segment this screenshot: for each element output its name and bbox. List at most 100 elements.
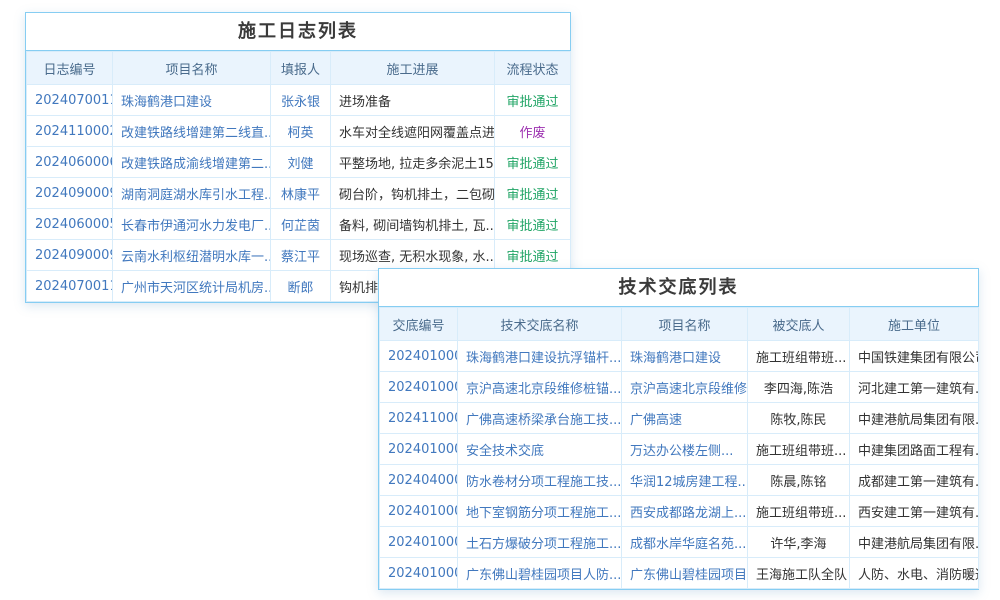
cell-project[interactable]: 华润12城房建工程...: [622, 465, 748, 496]
cell-name[interactable]: 广东佛山碧桂园项目人防...: [458, 558, 622, 589]
cell-progress: 进场准备: [331, 85, 495, 116]
cell-id[interactable]: 2024090009: [27, 178, 113, 209]
cell-recipient: 施工班组带班...: [748, 496, 850, 527]
cell-unit: 中国铁建集团有限公司: [850, 341, 979, 372]
cell-id[interactable]: 2024090009: [27, 240, 113, 271]
cell-id[interactable]: 2024110002: [27, 116, 113, 147]
cell-project[interactable]: 西安成都路龙湖上...: [622, 496, 748, 527]
cell-unit: 中建集团路面工程有...: [850, 434, 979, 465]
table-row[interactable]: 2024010002地下室钢筋分项工程施工...西安成都路龙湖上...施工班组带…: [380, 496, 979, 527]
cell-project[interactable]: 湖南洞庭湖水库引水工程...: [113, 178, 271, 209]
cell-reporter[interactable]: 张永银: [271, 85, 331, 116]
cell-name[interactable]: 京沪高速北京段维修桩锚...: [458, 372, 622, 403]
table-row[interactable]: 2024040001防水卷材分项工程施工技...华润12城房建工程...陈晨,陈…: [380, 465, 979, 496]
cell-unit: 西安建工第一建筑有...: [850, 496, 979, 527]
cell-reporter[interactable]: 断郎: [271, 271, 331, 302]
cell-project[interactable]: 珠海鹤港口建设: [622, 341, 748, 372]
column-header-unit: 施工单位: [850, 308, 979, 341]
cell-recipient: 施工班组带班...: [748, 341, 850, 372]
cell-project[interactable]: 改建铁路成渝线增建第二...: [113, 147, 271, 178]
cell-name[interactable]: 广佛高速桥梁承台施工技...: [458, 403, 622, 434]
cell-id[interactable]: 2024010003: [380, 434, 458, 465]
table-row[interactable]: 2024090009云南水利枢纽潜明水库一...蔡江平现场巡查, 无积水现象, …: [27, 240, 571, 271]
cell-reporter[interactable]: 刘健: [271, 147, 331, 178]
cell-progress: 水车对全线遮阳网覆盖点进...: [331, 116, 495, 147]
cell-id[interactable]: 2024110001: [380, 403, 458, 434]
column-header-name: 技术交底名称: [458, 308, 622, 341]
table-row[interactable]: 2024010004京沪高速北京段维修桩锚...京沪高速北京段维修李四海,陈浩河…: [380, 372, 979, 403]
cell-unit: 中建港航局集团有限...: [850, 403, 979, 434]
cell-project[interactable]: 京沪高速北京段维修: [622, 372, 748, 403]
cell-id[interactable]: 2024070011: [27, 271, 113, 302]
cell-unit: 人防、水电、消防暖通...: [850, 558, 979, 589]
cell-id[interactable]: 2024010003: [380, 341, 458, 372]
column-header-project: 项目名称: [622, 308, 748, 341]
cell-id[interactable]: 2024010002: [380, 527, 458, 558]
table-row[interactable]: 2024070011珠海鹤港口建设张永银进场准备审批通过: [27, 85, 571, 116]
cell-id[interactable]: 2024060006: [27, 147, 113, 178]
column-header-progress: 施工进展: [331, 52, 495, 85]
construction-log-header-row: 日志编号项目名称填报人施工进展流程状态: [27, 52, 571, 85]
cell-name[interactable]: 珠海鹤港口建设抗浮锚杆...: [458, 341, 622, 372]
cell-progress: 平整场地, 拉走多余泥土15...: [331, 147, 495, 178]
cell-id[interactable]: 2024010002: [380, 496, 458, 527]
cell-name[interactable]: 安全技术交底: [458, 434, 622, 465]
cell-project[interactable]: 云南水利枢纽潜明水库一...: [113, 240, 271, 271]
table-row[interactable]: 2024010003安全技术交底万达办公楼左侧...施工班组带班...中建集团路…: [380, 434, 979, 465]
cell-project[interactable]: 珠海鹤港口建设: [113, 85, 271, 116]
table-row[interactable]: 2024060006改建铁路成渝线增建第二...刘健平整场地, 拉走多余泥土15…: [27, 147, 571, 178]
cell-id[interactable]: 2024010001: [380, 558, 458, 589]
table-row[interactable]: 2024090009湖南洞庭湖水库引水工程...林康平砌台阶，钩机排土，二包砌.…: [27, 178, 571, 209]
cell-recipient: 李四海,陈浩: [748, 372, 850, 403]
tech-disclosure-title: 技术交底列表: [379, 269, 978, 307]
cell-name[interactable]: 地下室钢筋分项工程施工...: [458, 496, 622, 527]
tech-disclosure-body: 2024010003珠海鹤港口建设抗浮锚杆...珠海鹤港口建设施工班组带班...…: [380, 341, 979, 589]
cell-reporter[interactable]: 林康平: [271, 178, 331, 209]
cell-id[interactable]: 2024010004: [380, 372, 458, 403]
column-header-id: 日志编号: [27, 52, 113, 85]
cell-status: 审批通过: [495, 209, 571, 240]
cell-id[interactable]: 2024070011: [27, 85, 113, 116]
cell-reporter[interactable]: 何芷茵: [271, 209, 331, 240]
cell-recipient: 王海施工队全队: [748, 558, 850, 589]
cell-status: 审批通过: [495, 178, 571, 209]
cell-reporter[interactable]: 柯英: [271, 116, 331, 147]
column-header-recipient: 被交底人: [748, 308, 850, 341]
cell-status: 审批通过: [495, 85, 571, 116]
cell-project[interactable]: 广东佛山碧桂园项目: [622, 558, 748, 589]
cell-project[interactable]: 成都水岸华庭名苑...: [622, 527, 748, 558]
column-header-status: 流程状态: [495, 52, 571, 85]
cell-progress: 砌台阶，钩机排土，二包砌...: [331, 178, 495, 209]
cell-project[interactable]: 长春市伊通河水力发电厂...: [113, 209, 271, 240]
cell-project[interactable]: 改建铁路线增建第二线直...: [113, 116, 271, 147]
cell-unit: 河北建工第一建筑有...: [850, 372, 979, 403]
cell-progress: 现场巡查, 无积水现象, 水...: [331, 240, 495, 271]
table-row[interactable]: 2024010001广东佛山碧桂园项目人防...广东佛山碧桂园项目王海施工队全队…: [380, 558, 979, 589]
tech-disclosure-panel: 技术交底列表 交底编号技术交底名称项目名称被交底人施工单位 2024010003…: [378, 268, 979, 590]
table-row[interactable]: 2024010003珠海鹤港口建设抗浮锚杆...珠海鹤港口建设施工班组带班...…: [380, 341, 979, 372]
cell-status: 审批通过: [495, 147, 571, 178]
cell-id[interactable]: 2024060005: [27, 209, 113, 240]
cell-recipient: 许华,李海: [748, 527, 850, 558]
column-header-id: 交底编号: [380, 308, 458, 341]
cell-project[interactable]: 广佛高速: [622, 403, 748, 434]
cell-recipient: 陈晨,陈铭: [748, 465, 850, 496]
construction-log-panel: 施工日志列表 日志编号项目名称填报人施工进展流程状态 2024070011珠海鹤…: [25, 12, 571, 303]
table-row[interactable]: 2024110002改建铁路线增建第二线直...柯英水车对全线遮阳网覆盖点进..…: [27, 116, 571, 147]
cell-reporter[interactable]: 蔡江平: [271, 240, 331, 271]
cell-project[interactable]: 万达办公楼左侧...: [622, 434, 748, 465]
cell-name[interactable]: 防水卷材分项工程施工技...: [458, 465, 622, 496]
cell-unit: 成都建工第一建筑有...: [850, 465, 979, 496]
cell-progress: 备料, 砌间墙钩机排土, 瓦...: [331, 209, 495, 240]
column-header-project: 项目名称: [113, 52, 271, 85]
cell-id[interactable]: 2024040001: [380, 465, 458, 496]
cell-recipient: 陈牧,陈民: [748, 403, 850, 434]
table-row[interactable]: 2024110001广佛高速桥梁承台施工技...广佛高速陈牧,陈民中建港航局集团…: [380, 403, 979, 434]
cell-name[interactable]: 土石方爆破分项工程施工...: [458, 527, 622, 558]
table-row[interactable]: 2024010002土石方爆破分项工程施工...成都水岸华庭名苑...许华,李海…: [380, 527, 979, 558]
tech-disclosure-header-row: 交底编号技术交底名称项目名称被交底人施工单位: [380, 308, 979, 341]
cell-project[interactable]: 广州市天河区统计局机房...: [113, 271, 271, 302]
table-row[interactable]: 2024060005长春市伊通河水力发电厂...何芷茵备料, 砌间墙钩机排土, …: [27, 209, 571, 240]
construction-log-table: 日志编号项目名称填报人施工进展流程状态 2024070011珠海鹤港口建设张永银…: [26, 51, 571, 302]
cell-recipient: 施工班组带班...: [748, 434, 850, 465]
